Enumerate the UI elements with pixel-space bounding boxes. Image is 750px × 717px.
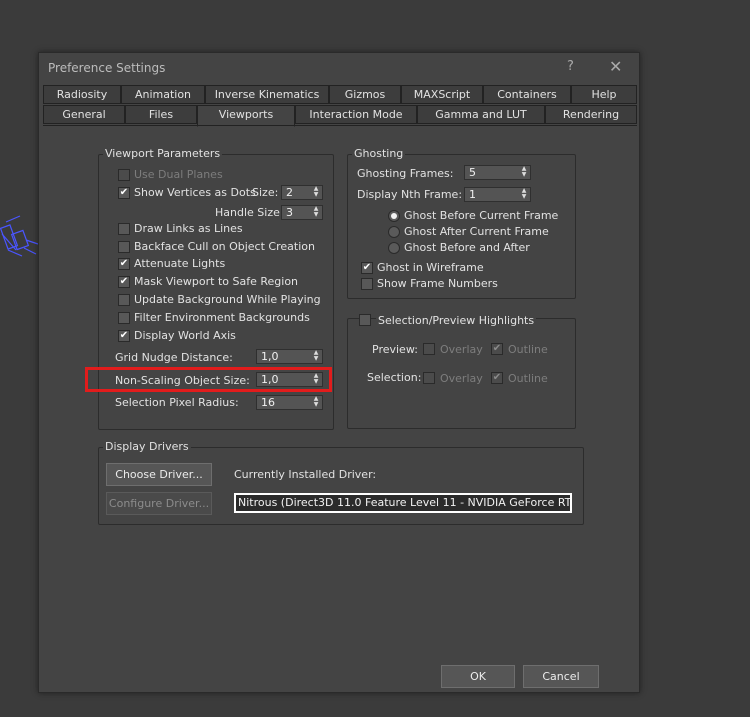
currently-installed-driver-label: Currently Installed Driver: <box>234 468 377 481</box>
choose-driver-button[interactable]: Choose Driver... <box>106 463 212 486</box>
selection-overlay-checkbox[interactable] <box>423 372 435 384</box>
ghost-in-wireframe-checkbox[interactable]: ✔ <box>361 262 373 274</box>
handle-size-label: Handle Size: <box>215 206 284 219</box>
tab-gizmos[interactable]: Gizmos <box>329 85 401 104</box>
ghost-after-label: Ghost After Current Frame <box>404 225 549 238</box>
mask-viewport-checkbox[interactable]: ✔ <box>118 276 130 288</box>
tab-animation[interactable]: Animation <box>121 85 205 104</box>
close-button[interactable]: ✕ <box>609 57 622 76</box>
selection-overlay-label: Overlay <box>440 372 483 385</box>
ghosting-frames-spinner[interactable]: 5 ▲ ▼ <box>464 165 531 180</box>
preview-outline-checkbox[interactable]: ✔ <box>491 343 503 355</box>
attenuate-lights-checkbox[interactable]: ✔ <box>118 258 130 270</box>
spinner-arrows-icon[interactable]: ▲ ▼ <box>312 373 320 386</box>
tab-maxscript[interactable]: MAXScript <box>401 85 483 104</box>
handle-size-spinner[interactable]: 3 ▲ ▼ <box>281 205 323 220</box>
show-frame-numbers-label: Show Frame Numbers <box>377 277 498 290</box>
ghost-before-after-label: Ghost Before and After <box>404 241 530 254</box>
preference-settings-dialog: Preference Settings ? ✕ Radiosity Animat… <box>38 52 640 693</box>
spinner-arrows-icon[interactable]: ▲ ▼ <box>520 166 528 179</box>
filter-environment-label: Filter Environment Backgrounds <box>134 311 310 324</box>
selection-outline-label: Outline <box>508 372 548 385</box>
configure-driver-button[interactable]: Configure Driver... <box>106 492 212 515</box>
viewport-object-fragment <box>0 215 39 257</box>
dialog-title: Preference Settings <box>48 61 166 75</box>
selection-pixel-radius-label: Selection Pixel Radius: <box>115 396 239 409</box>
tab-rendering[interactable]: Rendering <box>545 105 637 124</box>
selection-pixel-radius-value: 16 <box>261 396 275 409</box>
ghost-after-radio[interactable] <box>388 226 400 238</box>
preview-overlay-label: Overlay <box>440 343 483 356</box>
preview-outline-label: Outline <box>508 343 548 356</box>
spinner-arrows-icon[interactable]: ▲ ▼ <box>312 350 320 363</box>
spinner-arrows-icon[interactable]: ▲ ▼ <box>312 206 320 219</box>
ok-button[interactable]: OK <box>441 665 515 688</box>
display-drivers-title: Display Drivers <box>103 440 191 453</box>
ghost-in-wireframe-label: Ghost in Wireframe <box>377 261 484 274</box>
spinner-arrows-icon[interactable]: ▲ ▼ <box>520 188 528 201</box>
ghosting-title: Ghosting <box>352 147 406 160</box>
draw-links-checkbox[interactable] <box>118 223 130 235</box>
non-scaling-object-size-label: Non-Scaling Object Size: <box>115 374 250 387</box>
tab-files[interactable]: Files <box>125 105 197 124</box>
help-button[interactable]: ? <box>567 59 574 74</box>
tab-gamma-and-lut[interactable]: Gamma and LUT <box>417 105 545 124</box>
show-frame-numbers-checkbox[interactable] <box>361 278 373 290</box>
tab-containers[interactable]: Containers <box>483 85 571 104</box>
cancel-button[interactable]: Cancel <box>523 665 599 688</box>
spinner-arrows-icon[interactable]: ▲ ▼ <box>312 186 320 199</box>
display-nth-frame-spinner[interactable]: 1 ▲ ▼ <box>464 187 531 202</box>
non-scaling-object-size-spinner[interactable]: 1,0 ▲ ▼ <box>256 372 323 387</box>
preview-label: Preview: <box>372 343 418 356</box>
dialog-titlebar[interactable]: Preference Settings ? ✕ <box>39 53 639 83</box>
selection-highlights-title: Selection/Preview Highlights <box>376 314 537 327</box>
tab-radiosity[interactable]: Radiosity <box>43 85 121 104</box>
show-vertices-label: Show Vertices as Dots <box>134 186 256 199</box>
ghost-before-radio[interactable] <box>388 210 400 222</box>
grid-nudge-value: 1,0 <box>261 350 279 363</box>
tab-general[interactable]: General <box>43 105 125 124</box>
draw-links-label: Draw Links as Lines <box>134 222 243 235</box>
display-nth-frame-label: Display Nth Frame: <box>357 188 463 201</box>
preview-overlay-checkbox[interactable] <box>423 343 435 355</box>
installed-driver-field[interactable]: Nitrous (Direct3D 11.0 Feature Level 11 … <box>234 493 572 513</box>
spinner-arrows-icon[interactable]: ▲ ▼ <box>312 396 320 409</box>
size-label: Size: <box>252 186 279 199</box>
filter-environment-checkbox[interactable] <box>118 312 130 324</box>
size-value: 2 <box>286 186 293 199</box>
update-background-checkbox[interactable] <box>118 294 130 306</box>
display-world-axis-checkbox[interactable]: ✔ <box>118 330 130 342</box>
ghost-before-label: Ghost Before Current Frame <box>404 209 559 222</box>
ghosting-frames-label: Ghosting Frames: <box>357 167 454 180</box>
tab-viewports[interactable]: Viewports <box>197 105 295 127</box>
tab-help[interactable]: Help <box>571 85 637 104</box>
viewport-parameters-title: Viewport Parameters <box>103 147 223 160</box>
backface-cull-label: Backface Cull on Object Creation <box>134 240 315 253</box>
backface-cull-checkbox[interactable] <box>118 241 130 253</box>
handle-size-value: 3 <box>286 206 293 219</box>
selection-pixel-radius-spinner[interactable]: 16 ▲ ▼ <box>256 395 323 410</box>
ghost-before-after-radio[interactable] <box>388 242 400 254</box>
grid-nudge-spinner[interactable]: 1,0 ▲ ▼ <box>256 349 323 364</box>
show-vertices-checkbox[interactable]: ✔ <box>118 187 130 199</box>
update-background-label: Update Background While Playing <box>134 293 321 306</box>
use-dual-planes-label: Use Dual Planes <box>134 168 223 181</box>
grid-nudge-label: Grid Nudge Distance: <box>115 351 233 364</box>
tab-interaction-mode[interactable]: Interaction Mode <box>295 105 417 124</box>
display-world-axis-label: Display World Axis <box>134 329 236 342</box>
attenuate-lights-label: Attenuate Lights <box>134 257 226 270</box>
selection-highlights-checkbox[interactable] <box>359 314 371 326</box>
tab-inverse-kinematics[interactable]: Inverse Kinematics <box>205 85 329 104</box>
selection-outline-checkbox[interactable]: ✔ <box>491 372 503 384</box>
size-spinner[interactable]: 2 ▲ ▼ <box>281 185 323 200</box>
non-scaling-object-size-value: 1,0 <box>261 373 279 386</box>
selection-label: Selection: <box>367 371 422 384</box>
display-nth-frame-value: 1 <box>469 188 476 201</box>
ghosting-frames-value: 5 <box>469 166 476 179</box>
mask-viewport-label: Mask Viewport to Safe Region <box>134 275 299 288</box>
use-dual-planes-checkbox[interactable] <box>118 169 130 181</box>
